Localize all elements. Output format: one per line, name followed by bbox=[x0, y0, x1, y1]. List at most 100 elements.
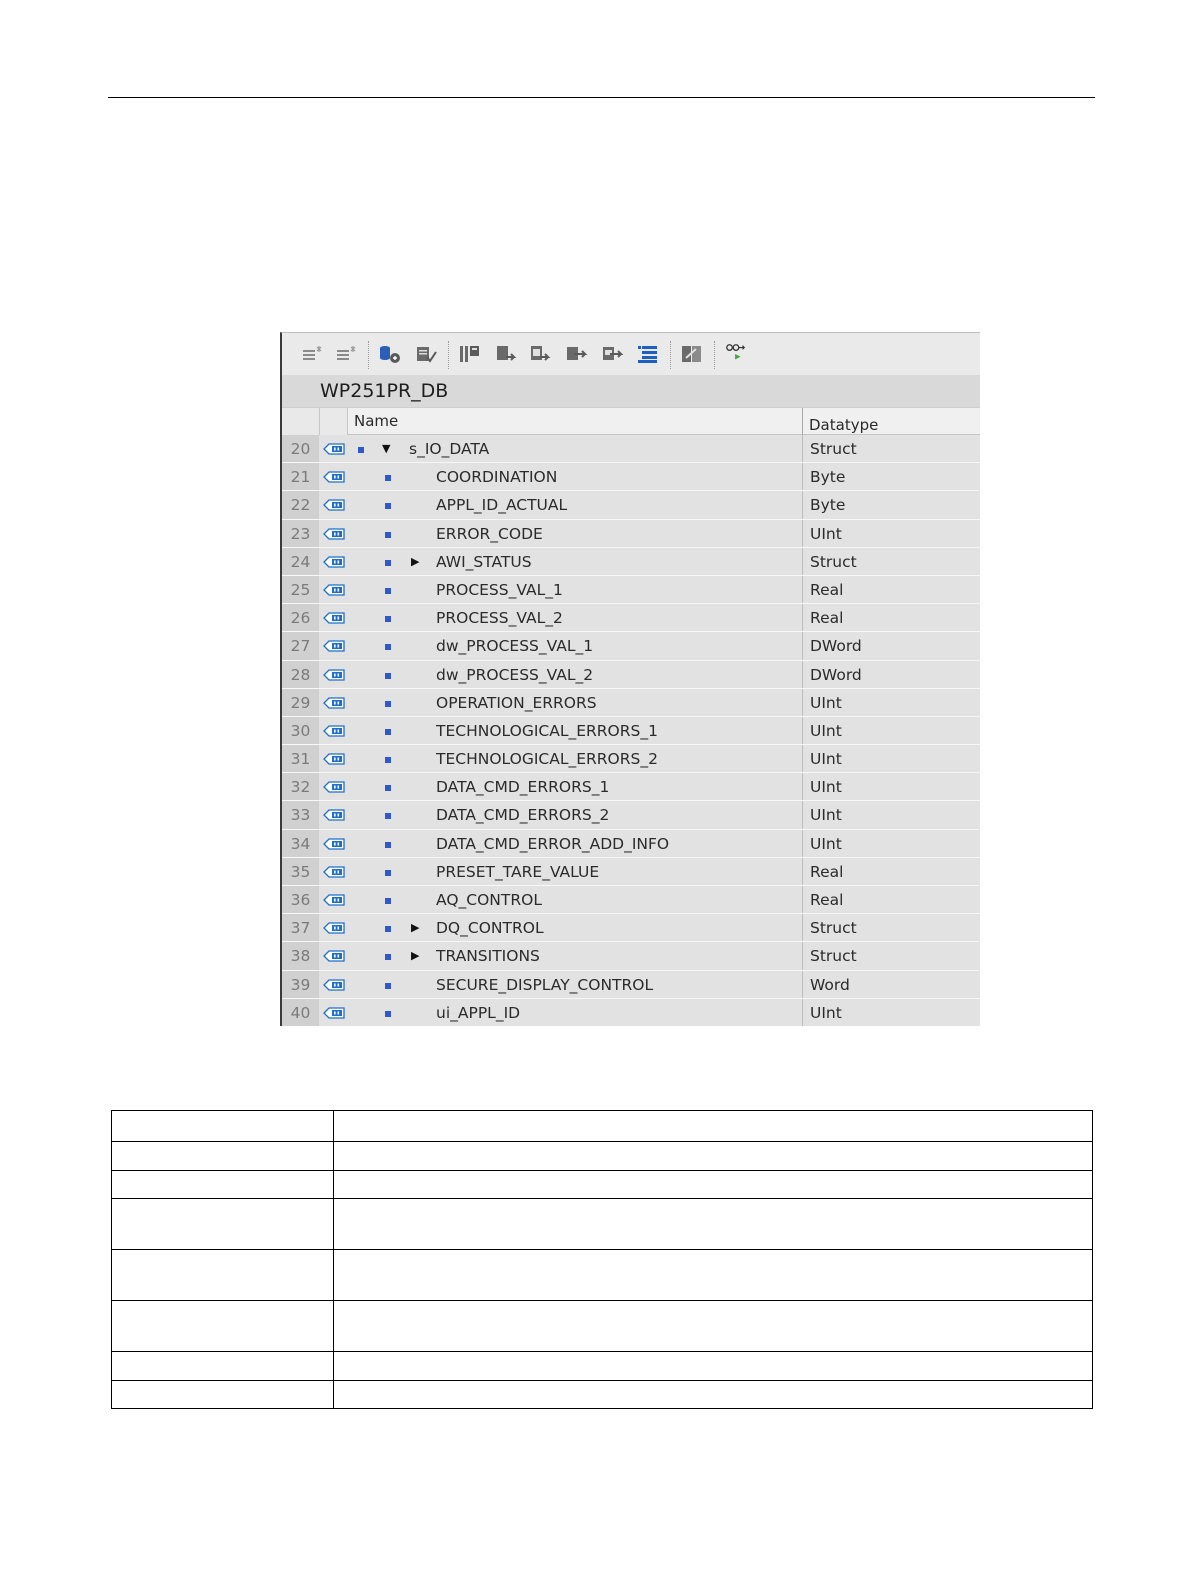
datatype-cell[interactable]: UInt bbox=[803, 773, 980, 801]
datatype-cell[interactable]: Struct bbox=[803, 914, 980, 942]
table-row[interactable]: 36 AQ_CONTROL Real bbox=[282, 886, 980, 915]
header-datatype[interactable]: Datatype bbox=[803, 408, 980, 435]
io-tag-icon bbox=[323, 640, 345, 652]
table-row[interactable]: 23 ERROR_CODE UInt bbox=[282, 519, 980, 548]
table-row[interactable]: 37 ▶ DQ_CONTROL Struct bbox=[282, 914, 980, 943]
name-cell[interactable]: APPL_ID_ACTUAL bbox=[348, 491, 803, 519]
io-cell bbox=[320, 886, 348, 914]
name-cell[interactable]: COORDINATION bbox=[348, 463, 803, 491]
table-row[interactable]: 26 PROCESS_VAL_2 Real bbox=[282, 604, 980, 633]
load-snapshot-icon[interactable] bbox=[378, 343, 402, 365]
toolbar-separator bbox=[714, 341, 715, 369]
name-cell[interactable]: DATA_CMD_ERROR_ADD_INFO bbox=[348, 829, 803, 857]
datatype-cell[interactable]: UInt bbox=[803, 716, 980, 745]
expand-arrow-icon[interactable]: ▶ bbox=[411, 555, 419, 568]
datatype-cell[interactable]: DWord bbox=[803, 632, 980, 660]
table-row[interactable]: 20 ▼ s_IO_DATA Struct bbox=[282, 435, 980, 464]
name-cell[interactable]: AQ_CONTROL bbox=[348, 886, 803, 914]
name-cell[interactable]: dw_PROCESS_VAL_2 bbox=[348, 660, 803, 688]
variable-name: DATA_CMD_ERROR_ADD_INFO bbox=[436, 834, 670, 853]
name-cell[interactable]: ▶ TRANSITIONS bbox=[348, 942, 803, 970]
table-row[interactable]: 40 ui_APPL_ID UInt bbox=[282, 998, 980, 1026]
table-row[interactable]: 34 DATA_CMD_ERROR_ADD_INFO UInt bbox=[282, 829, 980, 858]
header-name[interactable]: Name bbox=[348, 408, 803, 435]
variable-name: DATA_CMD_ERRORS_2 bbox=[436, 806, 610, 825]
io-tag-icon bbox=[323, 866, 345, 878]
datatype-cell[interactable]: Word bbox=[803, 970, 980, 998]
table-row[interactable]: 33 DATA_CMD_ERRORS_2 UInt bbox=[282, 801, 980, 830]
name-cell[interactable]: DATA_CMD_ERRORS_2 bbox=[348, 801, 803, 829]
variable-name: DQ_CONTROL bbox=[436, 919, 544, 938]
table-row[interactable]: 29 OPERATION_ERRORS UInt bbox=[282, 688, 980, 717]
variable-name: SECURE_DISPLAY_CONTROL bbox=[436, 975, 654, 994]
snapshot-view-icon[interactable] bbox=[458, 343, 482, 365]
table-row[interactable]: 30 TECHNOLOGICAL_ERRORS_1 UInt bbox=[282, 716, 980, 746]
variable-name: TRANSITIONS bbox=[436, 947, 540, 966]
name-cell[interactable]: ▶ DQ_CONTROL bbox=[348, 914, 803, 942]
table-row[interactable]: 27 dw_PROCESS_VAL_1 DWord bbox=[282, 632, 980, 661]
name-cell[interactable]: ui_APPL_ID bbox=[348, 998, 803, 1026]
name-cell[interactable]: ERROR_CODE bbox=[348, 519, 803, 547]
datatype-cell[interactable]: Real bbox=[803, 604, 980, 632]
row-number: 26 bbox=[282, 604, 320, 632]
name-cell[interactable]: dw_PROCESS_VAL_1 bbox=[348, 632, 803, 660]
datatype-cell[interactable]: UInt bbox=[803, 519, 980, 547]
load-start-icon[interactable] bbox=[528, 343, 552, 365]
datatype-cell[interactable]: Real bbox=[803, 575, 980, 604]
datatype-cell[interactable]: DWord bbox=[803, 660, 980, 688]
export-icon[interactable] bbox=[600, 343, 624, 365]
element-square-icon bbox=[385, 954, 391, 961]
element-square-icon bbox=[385, 757, 391, 764]
doc-table-cell bbox=[111, 1351, 334, 1381]
element-square-icon bbox=[385, 672, 391, 679]
datatype-cell[interactable]: Struct bbox=[803, 435, 980, 463]
datatype-cell[interactable]: Byte bbox=[803, 491, 980, 519]
settings-icon[interactable] bbox=[680, 343, 704, 365]
monitor-icon[interactable] bbox=[724, 343, 748, 365]
table-row[interactable]: 25 PROCESS_VAL_1 Real bbox=[282, 575, 980, 605]
expand-arrow-icon[interactable]: ▶ bbox=[411, 950, 419, 962]
expand-all-icon[interactable] bbox=[636, 343, 660, 365]
save-icon[interactable] bbox=[564, 343, 588, 365]
name-cell[interactable]: ▼ s_IO_DATA bbox=[348, 435, 803, 463]
table-row[interactable]: 22 APPL_ID_ACTUAL Byte bbox=[282, 491, 980, 520]
datatype-cell[interactable]: UInt bbox=[803, 998, 980, 1026]
table-row[interactable]: 24 ▶ AWI_STATUS Struct bbox=[282, 547, 980, 576]
datatype-cell[interactable]: UInt bbox=[803, 801, 980, 829]
name-cell[interactable]: PRESET_TARE_VALUE bbox=[348, 857, 803, 885]
copy-snapshot-icon[interactable] bbox=[414, 343, 438, 365]
datatype-cell[interactable]: UInt bbox=[803, 688, 980, 716]
element-square-icon bbox=[385, 616, 391, 623]
datatype-cell[interactable]: UInt bbox=[803, 745, 980, 773]
datatype-cell[interactable]: Byte bbox=[803, 463, 980, 491]
name-cell[interactable]: PROCESS_VAL_1 bbox=[348, 575, 803, 604]
name-cell[interactable]: OPERATION_ERRORS bbox=[348, 688, 803, 716]
insert-row-icon[interactable] bbox=[300, 343, 324, 365]
table-row[interactable]: 39 SECURE_DISPLAY_CONTROL Word bbox=[282, 970, 980, 999]
name-cell[interactable]: TECHNOLOGICAL_ERRORS_1 bbox=[348, 716, 803, 745]
name-cell[interactable]: PROCESS_VAL_2 bbox=[348, 604, 803, 632]
datatype-cell[interactable]: Real bbox=[803, 857, 980, 885]
datatype-cell[interactable]: Real bbox=[803, 886, 980, 914]
table-row[interactable]: 32 DATA_CMD_ERRORS_1 UInt bbox=[282, 773, 980, 802]
name-cell[interactable]: TECHNOLOGICAL_ERRORS_2 bbox=[348, 745, 803, 773]
datatype-cell[interactable]: Struct bbox=[803, 942, 980, 970]
collapse-arrow-icon[interactable]: ▼ bbox=[382, 443, 390, 455]
doc-table-cell bbox=[333, 1141, 1093, 1171]
table-row[interactable]: 38 ▶ TRANSITIONS Struct bbox=[282, 942, 980, 971]
expand-arrow-icon[interactable]: ▶ bbox=[411, 922, 419, 934]
add-row-icon[interactable] bbox=[334, 343, 358, 365]
table-row[interactable]: 35 PRESET_TARE_VALUE Real bbox=[282, 857, 980, 886]
table-row[interactable]: 31 TECHNOLOGICAL_ERRORS_2 UInt bbox=[282, 745, 980, 774]
copy-to-start-icon[interactable] bbox=[494, 343, 518, 365]
datatype-cell[interactable]: Struct bbox=[803, 547, 980, 575]
name-cell[interactable]: SECURE_DISPLAY_CONTROL bbox=[348, 970, 803, 998]
element-square-icon bbox=[385, 559, 391, 566]
name-cell[interactable]: ▶ AWI_STATUS bbox=[348, 547, 803, 575]
table-row[interactable]: 28 dw_PROCESS_VAL_2 DWord bbox=[282, 660, 980, 689]
datatype-cell[interactable]: UInt bbox=[803, 829, 980, 857]
element-square-icon bbox=[385, 700, 391, 707]
io-tag-icon bbox=[323, 753, 345, 765]
table-row[interactable]: 21 COORDINATION Byte bbox=[282, 463, 980, 492]
name-cell[interactable]: DATA_CMD_ERRORS_1 bbox=[348, 773, 803, 801]
